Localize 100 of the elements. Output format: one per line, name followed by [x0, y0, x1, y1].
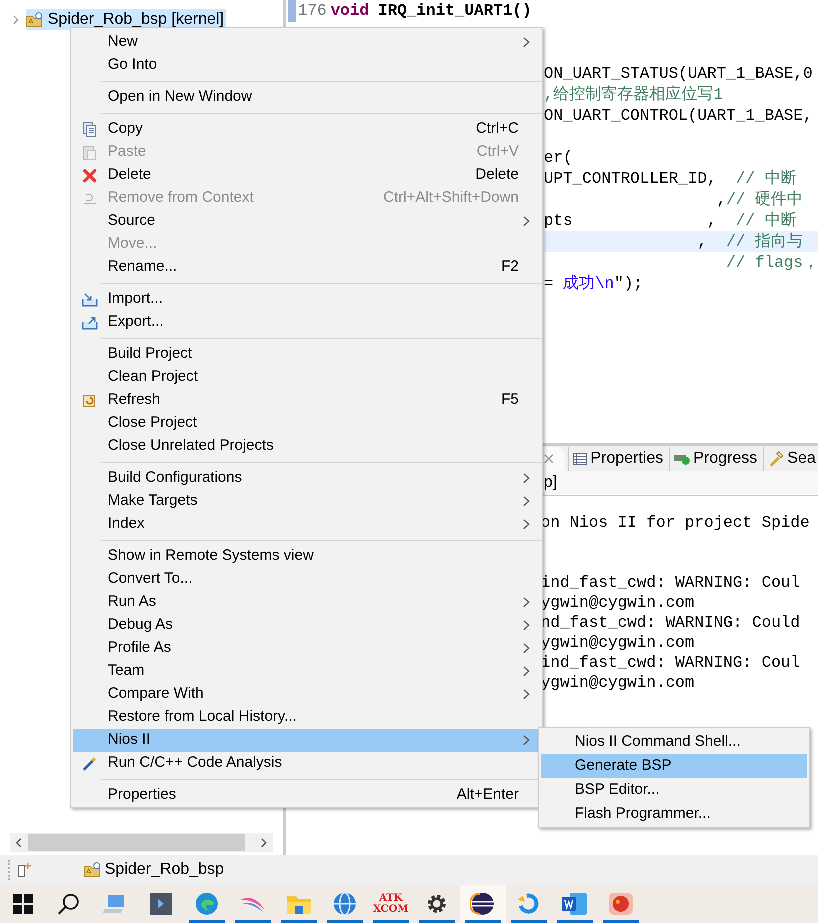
code-text: = — [544, 274, 555, 294]
browser-icon — [195, 892, 219, 916]
code-text: ON_UART_STATUS(UART_1_BASE,0 — [544, 64, 813, 84]
tab-label: Properties — [590, 449, 664, 469]
console-line: nd_fast_cwd: WARNING: Could — [541, 613, 800, 633]
code-text: , — [716, 190, 726, 210]
close-icon[interactable] — [544, 454, 554, 464]
menu-item[interactable]: Convert To... — [73, 568, 540, 591]
menu-item[interactable]: Show in Remote Systems view — [73, 545, 540, 568]
export-icon — [82, 316, 98, 330]
refresh-icon — [83, 394, 97, 408]
console-title: p] — [544, 473, 558, 493]
menu-item[interactable]: Go Into — [73, 54, 540, 77]
console-line: ygwin@cygwin.com — [541, 673, 695, 693]
menu-item[interactable]: Properties Alt+Enter — [73, 784, 540, 807]
code-text: pts , — [544, 210, 717, 232]
view-tab[interactable]: Progress — [668, 447, 760, 471]
computer-icon — [103, 893, 127, 915]
delete-icon — [83, 168, 97, 182]
code-comment: // 中断 — [735, 168, 797, 190]
menu-item[interactable]: Profile As — [73, 637, 540, 660]
menu-item[interactable]: Source — [73, 210, 540, 233]
flashlight-icon — [768, 451, 784, 467]
menu-item[interactable]: Index — [73, 513, 540, 536]
menu-item[interactable]: Make Targets — [73, 490, 540, 513]
menu-item[interactable]: Import... — [73, 288, 540, 311]
settings-icon — [426, 893, 448, 915]
app-icon — [608, 892, 634, 916]
menu-item[interactable]: Close Project — [73, 412, 540, 435]
view-tab[interactable]: Properties — [568, 447, 666, 471]
search-icon — [58, 893, 80, 915]
console-line: ind_fast_cwd: WARNING: Coul — [541, 653, 800, 673]
project-folder-icon — [84, 862, 102, 878]
menu-item[interactable]: Flash Programmer... — [541, 802, 807, 826]
code-text: , — [696, 232, 708, 252]
code-text: er( — [544, 148, 573, 168]
shortcut-label: Delete — [476, 165, 519, 186]
tab-label: Progress — [694, 449, 758, 469]
code-text: UPT_CONTROLLER_ID, — [544, 168, 717, 190]
shortcut-label: Ctrl+Alt+Shift+Down — [384, 188, 519, 208]
menu-item[interactable]: Run As — [73, 591, 540, 614]
menu-item[interactable]: Generate BSP — [541, 754, 807, 778]
shortcut-label: F5 — [501, 390, 519, 410]
console-line: ygwin@cygwin.com — [541, 633, 695, 653]
table-icon — [572, 453, 587, 465]
menu-item[interactable]: Team — [73, 660, 540, 683]
taskbar-app-button[interactable]: ATK XCOM — [368, 885, 414, 923]
menu-item[interactable]: Nios II — [73, 729, 540, 752]
app-icon — [150, 893, 172, 915]
code-text: "); — [614, 274, 644, 294]
menu-item[interactable]: BSP Editor... — [541, 778, 807, 802]
horizontal-scrollbar[interactable] — [10, 833, 273, 852]
menu-item[interactable]: Delete Delete — [73, 164, 540, 187]
menu-item[interactable]: Compare With — [73, 683, 540, 706]
document-app-icon — [562, 892, 588, 916]
menu-item[interactable]: Refresh F5 — [73, 389, 540, 412]
menu-item[interactable]: Rename... F2 — [73, 256, 540, 279]
progress-icon — [674, 453, 690, 465]
code-text: IRQ_init_UART1() — [378, 0, 532, 22]
menu-item[interactable]: Clean Project — [73, 366, 540, 389]
string-literal: 成功\n — [563, 274, 614, 294]
new-item-icon[interactable] — [18, 862, 32, 878]
menu-item[interactable]: Build Configurations — [73, 467, 540, 490]
status-project-label: Spider_Rob_bsp — [105, 860, 224, 880]
logo-text: XCOM — [373, 904, 409, 915]
scrollbar-thumb[interactable] — [28, 834, 245, 851]
line-number: 176 — [298, 0, 327, 22]
code-comment: // 指向与 — [725, 232, 804, 252]
menu-item[interactable]: Nios II Command Shell... — [541, 730, 807, 754]
menu-item[interactable]: Open in New Window — [73, 86, 540, 109]
clipboard-icon — [83, 144, 97, 160]
copy-icon — [83, 122, 97, 138]
collapsed-chevron-icon[interactable] — [12, 14, 20, 24]
remove-icon — [83, 192, 97, 206]
code-keyword: void — [330, 0, 370, 22]
view-tab[interactable]: Sea — [762, 447, 818, 471]
menu-item[interactable]: Close Unrelated Projects — [73, 435, 540, 458]
folder-icon — [286, 893, 312, 915]
menu-item[interactable]: Build Project — [73, 343, 540, 366]
tab-label: Sea — [788, 449, 816, 469]
logo-text: ATK — [379, 893, 403, 904]
console-line: ind_fast_cwd: WARNING: Coul — [541, 573, 800, 593]
shortcut-label: Alt+Enter — [456, 785, 519, 806]
code-comment: // 中断 — [735, 210, 797, 232]
menu-item[interactable]: Debug As — [73, 614, 540, 637]
shortcut-label: Ctrl+V — [476, 142, 519, 162]
menu-item[interactable]: Run C/C++ Code Analysis — [73, 752, 540, 775]
menu-item[interactable]: Copy Ctrl+C — [73, 118, 540, 141]
menu-item[interactable]: New — [73, 31, 540, 54]
taskbar-app-button[interactable] — [460, 885, 506, 923]
menu-item[interactable]: Export... — [73, 311, 540, 334]
shortcut-label: Ctrl+C — [476, 119, 519, 140]
shortcut-label: F2 — [501, 257, 519, 278]
code-comment: // flags， — [725, 252, 818, 274]
code-comment: // 硬件中 — [726, 190, 804, 210]
eclipse-icon — [470, 891, 496, 917]
windows-logo-icon — [13, 894, 33, 914]
code-comment: ,给控制寄存器相应位写1 — [544, 84, 724, 106]
project-folder-icon — [26, 12, 44, 28]
menu-item[interactable]: Restore from Local History... — [73, 706, 540, 729]
